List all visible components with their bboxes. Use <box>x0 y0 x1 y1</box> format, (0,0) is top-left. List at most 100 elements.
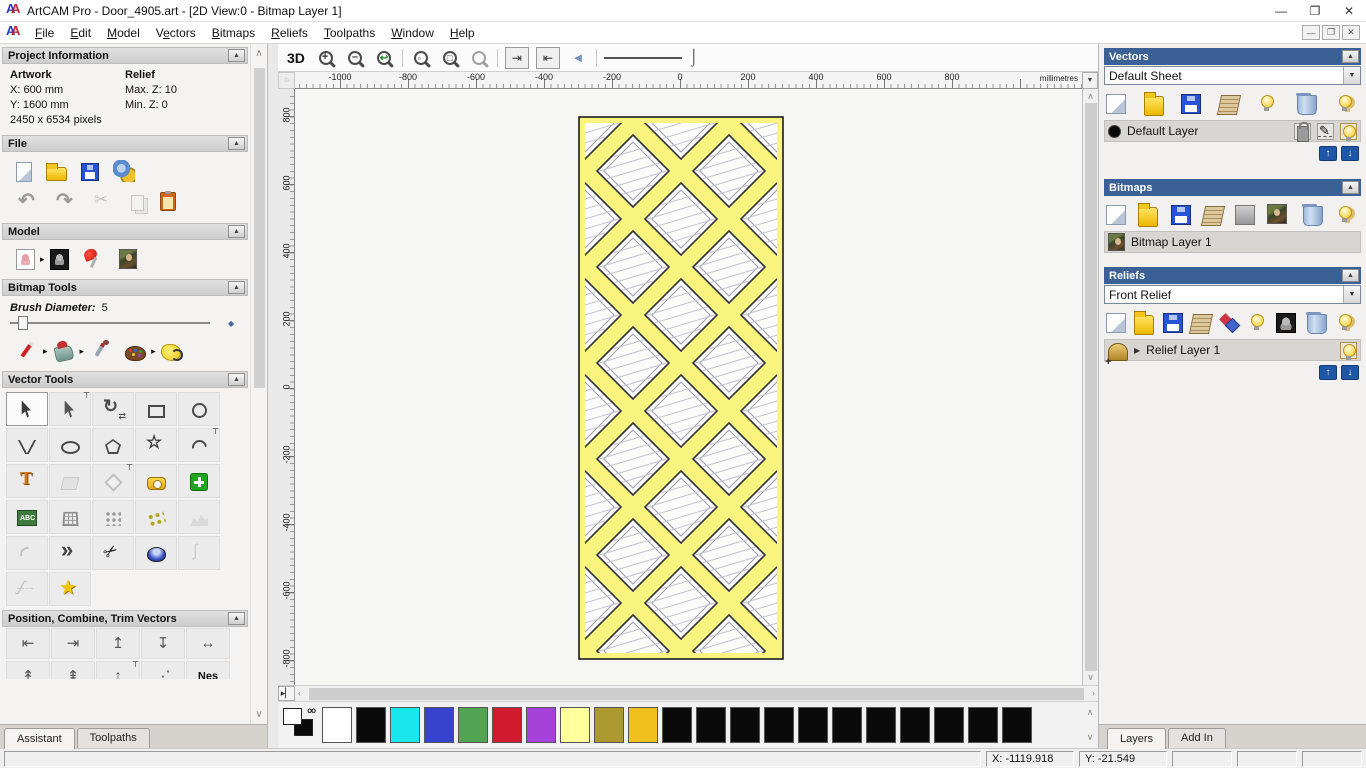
menu-window[interactable]: Window <box>383 23 442 43</box>
node-editing-tool[interactable]: ⊤ <box>49 391 91 426</box>
layer-colour-swatch[interactable] <box>1108 124 1121 138</box>
star-wizard-tool[interactable] <box>49 572 91 606</box>
palette-swatch-20[interactable] <box>1002 707 1032 743</box>
create-polyline-tool[interactable] <box>6 428 48 462</box>
snap-forward-icon[interactable]: ⇥ <box>504 46 529 69</box>
collapse-section-button[interactable]: ▲ <box>228 281 245 294</box>
new-model-icon[interactable] <box>16 161 32 182</box>
tab-assistant[interactable]: Assistant <box>4 728 75 749</box>
palette-swatch-1[interactable] <box>356 707 386 743</box>
smudge-icon[interactable] <box>160 344 183 361</box>
assistant-scrollbar[interactable]: ∧ ∨ <box>250 44 267 724</box>
scroll-down-icon[interactable]: ∨ <box>1082 732 1098 743</box>
zoom-previous-icon[interactable] <box>373 47 395 69</box>
delete-layer-icon[interactable] <box>1305 312 1327 334</box>
fillet-tool[interactable]: ⊤ <box>92 463 134 498</box>
greyscale-preview-icon[interactable] <box>1275 313 1296 333</box>
pan-cursor-icon[interactable]: ◄ <box>567 47 589 69</box>
zoom-box-icon[interactable] <box>410 47 432 69</box>
colour-picker-icon[interactable] <box>89 340 111 362</box>
link-colours-icon[interactable]: oo <box>307 706 316 715</box>
scroll-left-icon[interactable]: ‹ <box>298 688 301 698</box>
save-file-icon[interactable] <box>1181 94 1202 114</box>
new-layer-icon[interactable] <box>1106 312 1126 333</box>
open-file-icon[interactable] <box>1134 311 1155 335</box>
palette-swatch-17[interactable] <box>900 707 930 743</box>
bitmap-from-model-icon[interactable] <box>118 249 137 269</box>
create-arc-tool[interactable]: ⊤ <box>178 427 220 462</box>
collapse-section-button[interactable]: ▲ <box>228 225 245 238</box>
restore-button[interactable]: ❐ <box>1298 0 1332 21</box>
palette-swatch-8[interactable] <box>594 707 624 743</box>
blank-layer-icon[interactable] <box>1235 205 1256 225</box>
menu-model[interactable]: Model <box>99 23 148 43</box>
fit-arcs-tool[interactable] <box>6 536 48 570</box>
palette-icon[interactable] <box>125 345 147 361</box>
palette-swatch-12[interactable] <box>730 707 760 743</box>
flyout-arrow-icon[interactable]: ▸ <box>43 346 48 357</box>
menu-edit[interactable]: Edit <box>62 23 99 43</box>
collapse-section-button[interactable]: ▲ <box>228 612 245 625</box>
mdi-restore-button[interactable]: ❐ <box>1322 25 1340 40</box>
trace-bitmap-tool[interactable] <box>178 500 220 534</box>
palette-swatch-16[interactable] <box>866 707 896 743</box>
layer-name[interactable]: Bitmap Layer 1 <box>1131 235 1357 249</box>
model-greyscale-icon[interactable] <box>49 248 69 270</box>
undo-icon[interactable] <box>16 188 38 213</box>
ruler-unit-dropdown[interactable]: ▼ <box>1082 72 1098 89</box>
redo-icon[interactable] <box>54 188 76 213</box>
trim-vectors-tool[interactable] <box>92 536 134 570</box>
snap-back-icon[interactable]: ⇤ <box>535 46 560 69</box>
slider-thumb[interactable] <box>18 316 28 330</box>
menu-help[interactable]: Help <box>442 23 483 43</box>
primary-colour[interactable] <box>283 708 302 725</box>
relief-layer-row[interactable]: ▶ Relief Layer 1 <box>1104 339 1361 368</box>
palette-swatch-5[interactable] <box>492 707 522 743</box>
merge-layers-icon[interactable] <box>1200 206 1225 226</box>
new-layer-icon[interactable] <box>1106 204 1126 225</box>
palette-swatch-0[interactable] <box>322 707 352 743</box>
nesting-tool[interactable] <box>186 661 230 679</box>
flood-fill-icon[interactable] <box>53 340 75 362</box>
show-layer-icon[interactable] <box>1257 93 1277 113</box>
tab-toolpaths[interactable]: Toolpaths <box>76 728 150 748</box>
lighting-icon[interactable] <box>83 248 105 270</box>
dropdown-arrow-icon[interactable]: ▼ <box>1343 67 1360 84</box>
palette-swatch-7[interactable] <box>560 707 590 743</box>
lock-layer-button[interactable] <box>1294 122 1311 142</box>
scrollbar-thumb[interactable] <box>1085 103 1097 671</box>
paint-brush-icon[interactable] <box>16 340 38 362</box>
align-top-tool[interactable] <box>96 628 140 659</box>
minimize-button[interactable]: — <box>1264 0 1298 21</box>
collapse-section-button[interactable]: ▲ <box>1342 181 1359 194</box>
horizontal-scrollbar[interactable]: ‹ › <box>295 686 1098 701</box>
model-sketch-icon[interactable] <box>16 248 35 270</box>
close-button[interactable]: ✕ <box>1332 0 1366 21</box>
mdi-minimize-button[interactable]: — <box>1302 25 1320 40</box>
toggle-3d-view-button[interactable]: 3D <box>284 49 308 67</box>
collapse-section-button[interactable]: ▲ <box>228 137 245 150</box>
align-right-tool[interactable] <box>51 628 95 659</box>
menu-toolpaths[interactable]: Toolpaths <box>316 23 383 43</box>
palette-scrollbar[interactable]: ∧ ∨ <box>1082 704 1098 746</box>
move-layer-up-button[interactable]: ↑ <box>1319 146 1337 161</box>
menu-file[interactable]: File <box>27 23 62 43</box>
open-file-icon[interactable] <box>1138 203 1159 227</box>
edit-layer-button[interactable] <box>1317 122 1334 140</box>
fit-polyline-tool[interactable] <box>178 536 220 570</box>
paste-along-tool[interactable] <box>141 661 185 679</box>
measure-tool-tool[interactable] <box>135 464 177 498</box>
vertical-scrollbar[interactable]: ∧ ∨ <box>1082 89 1098 685</box>
scroll-down-icon[interactable]: ∨ <box>1083 672 1098 683</box>
align-bottom-tool[interactable] <box>141 628 185 659</box>
paste-along-curve-tool[interactable] <box>135 500 177 534</box>
vector-sheet-dropdown[interactable]: Default Sheet ▼ <box>1104 66 1361 85</box>
2d-view-canvas[interactable] <box>295 89 1082 685</box>
create-circle-tool[interactable] <box>178 392 220 426</box>
delete-layer-icon[interactable] <box>1301 204 1323 226</box>
tab-layers[interactable]: Layers <box>1107 728 1167 749</box>
text-on-curve-tool[interactable] <box>6 500 48 534</box>
brush-diameter-slider[interactable] <box>10 316 210 330</box>
bitmap-layer-row[interactable]: Bitmap Layer 1 <box>1104 231 1361 253</box>
palette-swatch-3[interactable] <box>424 707 454 743</box>
